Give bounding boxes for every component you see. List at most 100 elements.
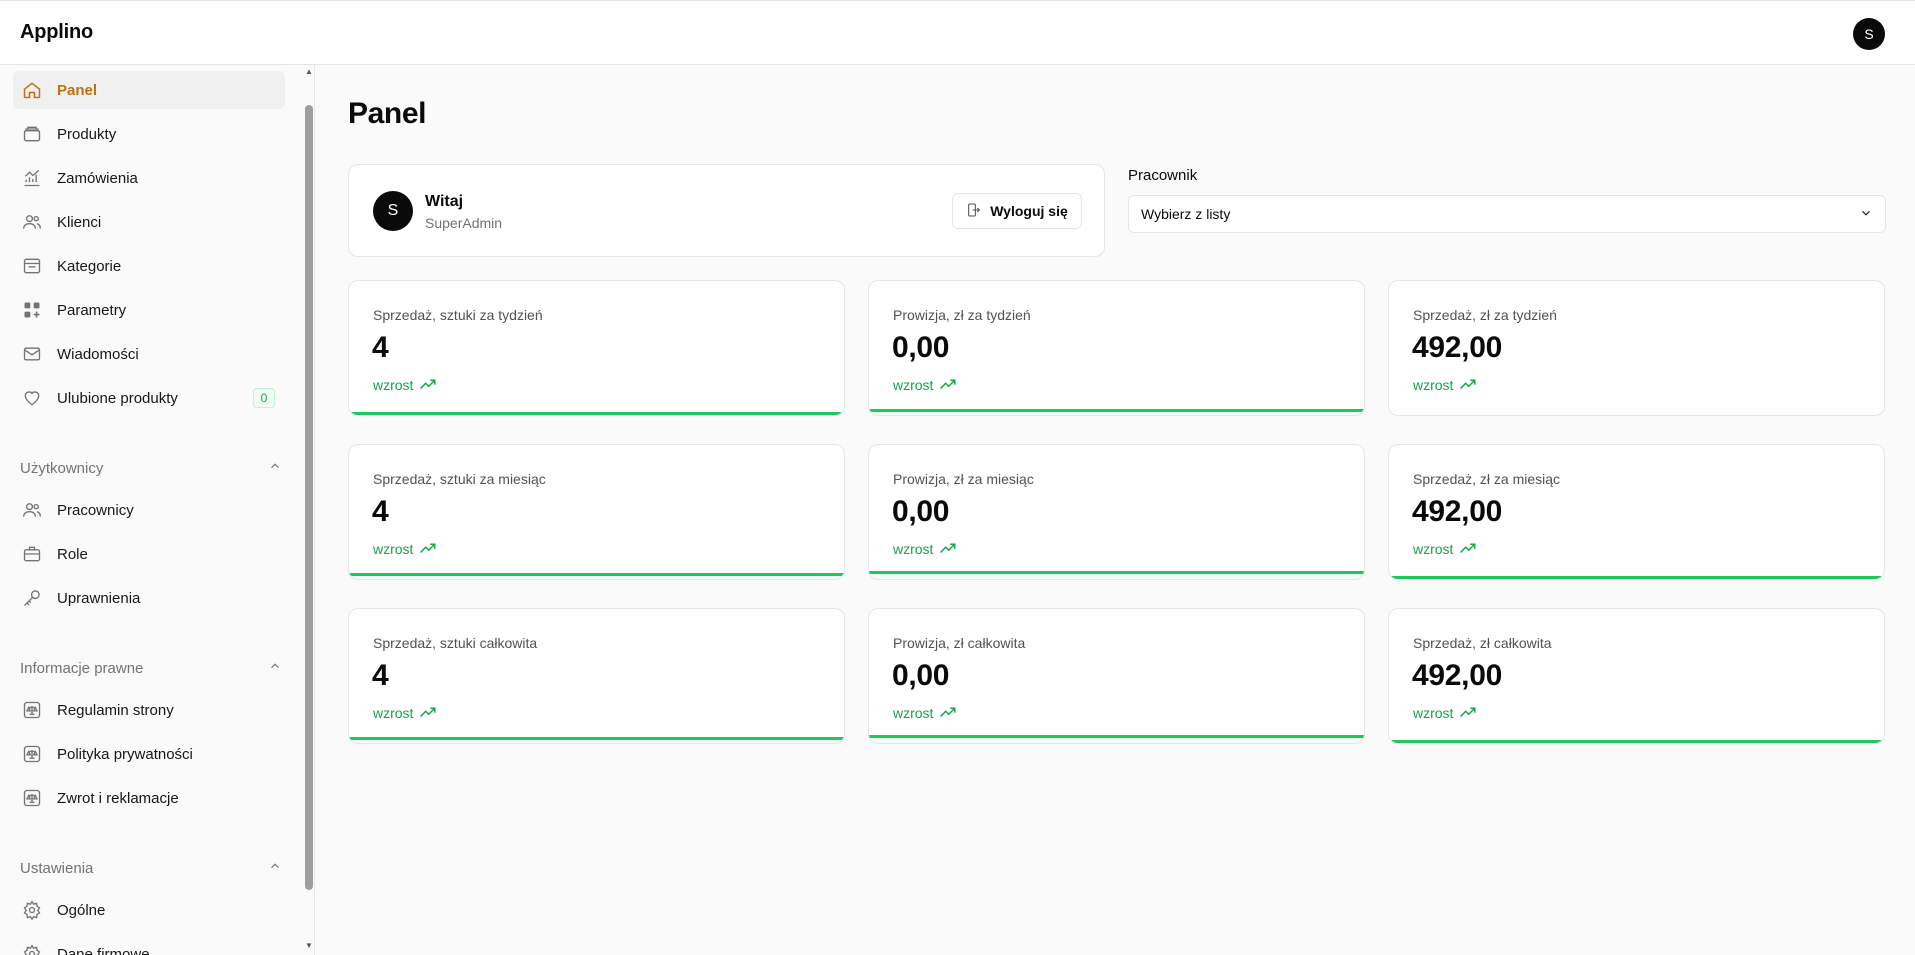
sidebar-item-label: Panel bbox=[57, 81, 98, 99]
stat-value: 0,00 bbox=[892, 495, 950, 528]
stat-card: Prowizja, zł za miesiąc 0,00 wzrost bbox=[868, 444, 1365, 580]
user-role: SuperAdmin bbox=[425, 215, 503, 231]
sidebar-item-wiadomosci[interactable]: Wiadomości bbox=[13, 335, 285, 373]
stat-value: 0,00 bbox=[892, 331, 950, 364]
trend-up-icon bbox=[1459, 541, 1477, 557]
sidebar-item-uprawnienia[interactable]: Uprawnienia bbox=[13, 579, 285, 617]
stat-card: Sprzedaż, zł za miesiąc 492,00 wzrost bbox=[1388, 444, 1885, 580]
stat-value: 492,00 bbox=[1412, 659, 1502, 692]
sidebar-item-label: Dane firmowe bbox=[57, 945, 150, 955]
sidebar-item-kategorie[interactable]: Kategorie bbox=[13, 247, 285, 285]
app-logo[interactable]: Applino bbox=[20, 21, 93, 44]
scrollbar-thumb[interactable] bbox=[305, 105, 313, 890]
scale-icon bbox=[21, 787, 43, 809]
sidebar-item-label: Regulamin strony bbox=[57, 701, 174, 719]
sidebar-item-ulubione[interactable]: Ulubione produkty 0 bbox=[13, 379, 285, 417]
stat-card: Sprzedaż, zł całkowita 492,00 wzrost bbox=[1388, 608, 1885, 744]
briefcase-icon bbox=[21, 543, 43, 565]
stat-value: 492,00 bbox=[1412, 495, 1502, 528]
stat-card: Sprzedaż, zł za tydzień 492,00 wzrost bbox=[1388, 280, 1885, 416]
sidebar-scrollbar[interactable]: ▲ ▼ bbox=[303, 65, 314, 955]
gear-icon bbox=[21, 943, 43, 955]
user-avatar[interactable]: S bbox=[1853, 18, 1885, 50]
section-title: Ustawienia bbox=[20, 859, 94, 877]
trend-up-icon bbox=[939, 705, 957, 721]
sidebar-item-label: Ogólne bbox=[57, 901, 106, 919]
sidebar-item-ogolne[interactable]: Ogólne bbox=[13, 891, 285, 929]
trend-label: wzrost bbox=[373, 541, 414, 557]
section-uzytkownicy[interactable]: Użytkownicy bbox=[20, 459, 282, 477]
sidebar-item-zwrot[interactable]: Zwrot i reklamacje bbox=[13, 779, 285, 817]
sidebar-item-dane-firmowe[interactable]: Dane firmowe bbox=[13, 935, 285, 955]
sidebar-item-zamowienia[interactable]: Zamówienia bbox=[13, 159, 285, 197]
sidebar-item-panel[interactable]: Panel bbox=[13, 71, 285, 109]
layers-icon bbox=[21, 123, 43, 145]
stat-bar-glow bbox=[349, 415, 844, 416]
employee-select[interactable]: Wybierz z listy bbox=[1128, 195, 1886, 233]
sidebar-item-label: Klienci bbox=[57, 213, 102, 231]
welcome-greeting: Witaj bbox=[425, 193, 464, 210]
stat-value: 4 bbox=[372, 659, 389, 692]
trend-indicator: wzrost bbox=[1413, 705, 1477, 721]
stat-bar-glow bbox=[1389, 579, 1884, 580]
chevron-up-icon bbox=[268, 659, 282, 677]
trend-indicator: wzrost bbox=[893, 705, 957, 721]
stat-value: 4 bbox=[372, 331, 389, 364]
stat-label: Sprzedaż, zł za tydzień bbox=[1413, 307, 1557, 323]
sidebar-item-pracownicy[interactable]: Pracownicy bbox=[13, 491, 285, 529]
stat-label: Sprzedaż, sztuki za tydzień bbox=[373, 307, 543, 323]
sidebar-item-label: Zamówienia bbox=[57, 169, 138, 187]
trend-label: wzrost bbox=[893, 377, 934, 393]
page-title: Panel bbox=[348, 97, 427, 130]
trend-indicator: wzrost bbox=[373, 377, 437, 393]
avatar: S bbox=[373, 191, 413, 231]
sidebar-item-parametry[interactable]: Parametry bbox=[13, 291, 285, 329]
section-title: Użytkownicy bbox=[20, 459, 104, 477]
trend-indicator: wzrost bbox=[373, 705, 437, 721]
favorites-count-badge: 0 bbox=[253, 388, 275, 408]
stat-bar bbox=[1389, 415, 1884, 416]
sidebar-item-regulamin[interactable]: Regulamin strony bbox=[13, 691, 285, 729]
grid-icon bbox=[21, 299, 43, 321]
trend-label: wzrost bbox=[893, 541, 934, 557]
sidebar-item-label: Polityka prywatności bbox=[57, 745, 193, 763]
sidebar-item-label: Wiadomości bbox=[57, 345, 139, 363]
trend-up-icon bbox=[1459, 705, 1477, 721]
trend-up-icon bbox=[419, 377, 437, 393]
stat-bar-glow bbox=[349, 576, 844, 579]
stat-card: Sprzedaż, sztuki za tydzień 4 wzrost bbox=[348, 280, 845, 416]
employee-label: Pracownik bbox=[1128, 167, 1198, 184]
scroll-down-arrow[interactable]: ▼ bbox=[305, 941, 313, 950]
stat-value: 492,00 bbox=[1412, 331, 1502, 364]
scale-icon bbox=[21, 743, 43, 765]
section-ustawienia[interactable]: Ustawienia bbox=[20, 859, 282, 877]
sidebar-item-polityka[interactable]: Polityka prywatności bbox=[13, 735, 285, 773]
sidebar-item-label: Role bbox=[57, 545, 88, 563]
trend-label: wzrost bbox=[373, 705, 414, 721]
trend-label: wzrost bbox=[893, 705, 934, 721]
trend-up-icon bbox=[939, 541, 957, 557]
stat-label: Prowizja, zł za tydzień bbox=[893, 307, 1031, 323]
section-informacje-prawne[interactable]: Informacje prawne bbox=[20, 659, 282, 677]
mail-icon bbox=[21, 343, 43, 365]
heart-icon bbox=[21, 387, 43, 409]
logout-button[interactable]: Wyloguj się bbox=[952, 193, 1082, 229]
stat-bar-glow bbox=[869, 412, 1364, 415]
trend-indicator: wzrost bbox=[1413, 541, 1477, 557]
stat-bar-glow bbox=[869, 574, 1364, 579]
sidebar-item-produkty[interactable]: Produkty bbox=[13, 115, 285, 153]
gear-icon bbox=[21, 899, 43, 921]
trend-label: wzrost bbox=[1413, 705, 1454, 721]
sidebar-item-role[interactable]: Role bbox=[13, 535, 285, 573]
stat-card: Prowizja, zł za tydzień 0,00 wzrost bbox=[868, 280, 1365, 416]
sidebar-item-klienci[interactable]: Klienci bbox=[13, 203, 285, 241]
stat-label: Prowizja, zł za miesiąc bbox=[893, 471, 1034, 487]
welcome-card: S Witaj SuperAdmin Wyloguj się bbox=[348, 164, 1105, 257]
scroll-up-arrow[interactable]: ▲ bbox=[305, 67, 313, 76]
trend-label: wzrost bbox=[1413, 541, 1454, 557]
chart-line-icon bbox=[21, 167, 43, 189]
main-content: Panel S Witaj SuperAdmin Wyloguj się Pra… bbox=[315, 65, 1915, 955]
sidebar-item-label: Uprawnienia bbox=[57, 589, 141, 607]
chevron-down-icon bbox=[1859, 206, 1873, 223]
trend-indicator: wzrost bbox=[893, 541, 957, 557]
